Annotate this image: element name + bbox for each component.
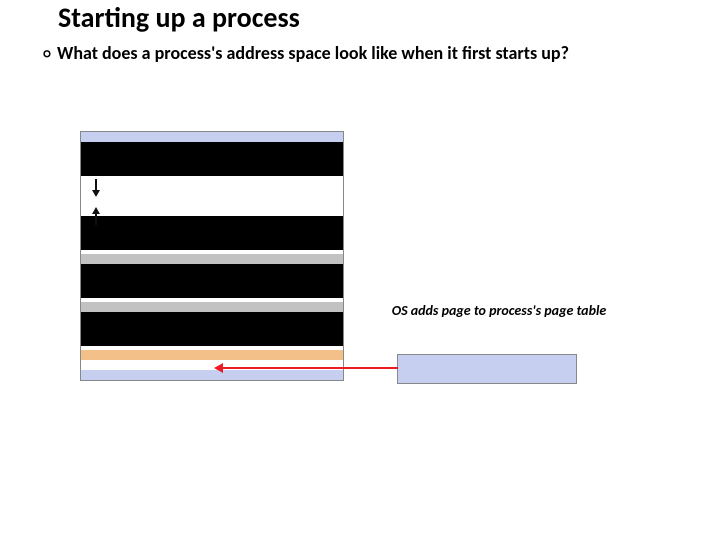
red-arrow-icon [222, 367, 398, 369]
address-space-diagram [80, 131, 344, 381]
page-title: Starting up a process [58, 0, 300, 35]
mem-seg-gray-2 [81, 302, 343, 312]
mem-seg-gray-1 [81, 254, 343, 264]
bullet-text: What does a process's address space look… [57, 42, 690, 65]
mem-seg-bottom-lblue [81, 370, 343, 380]
mem-seg-orange-page [81, 350, 343, 360]
grow-up-arrow-icon [92, 207, 100, 214]
annotation-os-adds-page: OS adds page to process's page table [384, 302, 614, 320]
bullet-marker-icon: ○ [43, 45, 57, 63]
mem-seg-gap [81, 176, 343, 216]
mem-seg-black-2 [81, 216, 343, 250]
grow-down-arrow-icon [92, 190, 100, 197]
mem-seg-black-3 [81, 264, 343, 298]
mem-seg-top-lblue [81, 132, 343, 142]
mem-seg-black-1 [81, 142, 343, 176]
source-page-box [397, 354, 577, 384]
bullet-item: ○ What does a process's address space lo… [43, 42, 690, 65]
mem-seg-black-4 [81, 312, 343, 346]
